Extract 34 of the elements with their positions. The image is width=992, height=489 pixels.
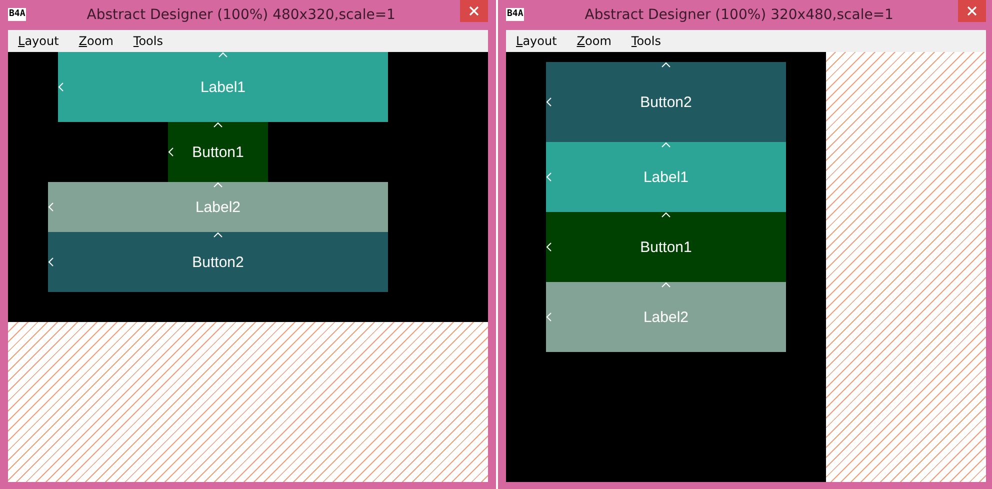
view-label: Label2 xyxy=(195,198,241,216)
menu-item[interactable]: Tools xyxy=(631,34,661,48)
designer-view[interactable]: Button2 xyxy=(48,232,388,292)
menu-item[interactable]: Zoom xyxy=(576,34,612,48)
designer-view[interactable]: Button1 xyxy=(168,122,268,182)
chevron-up-icon[interactable] xyxy=(661,212,671,218)
menu-item[interactable]: Tools xyxy=(133,34,163,48)
chevron-left-icon[interactable] xyxy=(48,257,54,267)
menu-item[interactable]: Zoom xyxy=(78,34,114,48)
menu-item[interactable]: Layout xyxy=(18,34,59,48)
view-label: Label1 xyxy=(200,78,246,96)
chevron-up-icon[interactable] xyxy=(213,232,223,238)
close-button[interactable] xyxy=(460,0,488,22)
view-label: Button1 xyxy=(640,238,692,256)
chevron-up-icon[interactable] xyxy=(661,62,671,68)
app-logo: B4A xyxy=(506,8,524,21)
view-label: Button1 xyxy=(192,144,244,160)
window-title: Abstract Designer (100%) 320x480,scale=1 xyxy=(584,7,894,23)
close-icon xyxy=(967,6,977,16)
chevron-left-icon[interactable] xyxy=(546,242,552,252)
chevron-left-icon[interactable] xyxy=(168,147,174,157)
chevron-left-icon[interactable] xyxy=(546,97,552,107)
close-button[interactable] xyxy=(958,0,986,22)
chevron-up-icon[interactable] xyxy=(213,122,223,128)
view-label: Label2 xyxy=(643,308,689,326)
designer-view[interactable]: Button2 xyxy=(546,62,786,142)
close-icon xyxy=(469,6,479,16)
designer-view[interactable]: Button1 xyxy=(546,212,786,282)
window-title: Abstract Designer (100%) 480x320,scale=1 xyxy=(86,7,396,23)
view-label: Button2 xyxy=(192,254,244,270)
app-logo: B4A xyxy=(8,8,26,21)
view-label: Button2 xyxy=(640,94,692,110)
menu-item[interactable]: Layout xyxy=(516,34,557,48)
view-label: Label1 xyxy=(643,168,689,186)
